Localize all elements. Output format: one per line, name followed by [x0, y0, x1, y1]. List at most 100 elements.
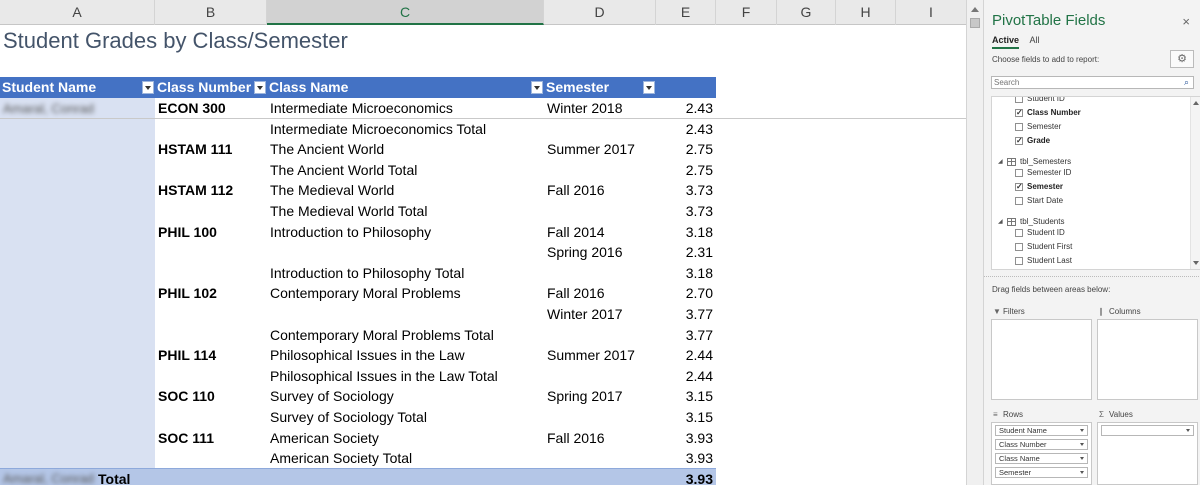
- filter-dropdown-icon[interactable]: [643, 81, 655, 94]
- grade-cell[interactable]: 2.70: [656, 283, 713, 303]
- class-number-cell[interactable]: HSTAM 111: [158, 139, 267, 159]
- class-number-cell[interactable]: [158, 160, 267, 180]
- field-checkbox[interactable]: [1015, 97, 1023, 103]
- class-name-cell[interactable]: American Society Total: [270, 448, 544, 468]
- class-name-cell[interactable]: [270, 242, 544, 262]
- scroll-down-icon[interactable]: [1193, 261, 1199, 265]
- rows-field-pill[interactable]: Class Name: [995, 453, 1088, 464]
- header-class-name[interactable]: Class Name: [267, 77, 544, 98]
- class-name-cell[interactable]: The Medieval World: [270, 180, 544, 200]
- grade-cell[interactable]: 3.93: [656, 448, 713, 468]
- class-name-cell[interactable]: American Society: [270, 428, 544, 448]
- column-header-f[interactable]: F: [716, 0, 777, 25]
- column-header-c[interactable]: C: [267, 0, 544, 25]
- class-number-cell[interactable]: PHIL 114: [158, 345, 267, 365]
- gear-icon[interactable]: ⚙: [1170, 50, 1194, 68]
- close-icon[interactable]: ×: [1182, 14, 1190, 29]
- class-name-cell[interactable]: Intermediate Microeconomics: [270, 98, 544, 118]
- class-number-cell[interactable]: SOC 110: [158, 386, 267, 406]
- class-name-cell[interactable]: The Ancient World: [270, 139, 544, 159]
- field-checkbox[interactable]: [1015, 107, 1023, 119]
- class-number-cell[interactable]: SOC 111: [158, 428, 267, 448]
- scroll-up-icon[interactable]: [1193, 101, 1199, 105]
- tab-all[interactable]: All: [1030, 35, 1040, 47]
- grade-cell[interactable]: 3.93: [656, 428, 713, 448]
- columns-drop-box[interactable]: [1097, 319, 1198, 400]
- class-name-cell[interactable]: The Ancient World Total: [270, 160, 544, 180]
- class-name-cell[interactable]: Survey of Sociology Total: [270, 407, 544, 427]
- semester-cell[interactable]: [547, 366, 656, 386]
- class-name-cell[interactable]: Introduction to Philosophy Total: [270, 263, 544, 283]
- class-number-cell[interactable]: [158, 242, 267, 262]
- filter-dropdown-icon[interactable]: [254, 81, 266, 94]
- class-number-cell[interactable]: [158, 448, 267, 468]
- field-checkbox[interactable]: [1015, 243, 1023, 251]
- class-name-cell[interactable]: Survey of Sociology: [270, 386, 544, 406]
- column-header-h[interactable]: H: [836, 0, 896, 25]
- grade-cell[interactable]: 2.75: [656, 139, 713, 159]
- class-number-cell[interactable]: ECON 300: [158, 98, 267, 118]
- tab-active[interactable]: Active: [992, 35, 1020, 49]
- grade-cell[interactable]: 2.75: [656, 160, 713, 180]
- grade-cell[interactable]: 3.15: [656, 386, 713, 406]
- field-checkbox[interactable]: [1015, 257, 1023, 265]
- semester-cell[interactable]: Fall 2016: [547, 428, 656, 448]
- rows-field-pill[interactable]: Student Name: [995, 425, 1088, 436]
- grade-cell[interactable]: 2.44: [656, 366, 713, 386]
- class-name-cell[interactable]: Intermediate Microeconomics Total: [270, 119, 544, 139]
- class-name-cell[interactable]: Philosophical Issues in the Law Total: [270, 366, 544, 386]
- student-name-cell[interactable]: [0, 98, 155, 468]
- semester-cell[interactable]: Winter 2017: [547, 304, 656, 324]
- report-title[interactable]: Student Grades by Class/Semester: [3, 28, 348, 54]
- grade-cell[interactable]: 2.43: [656, 119, 713, 139]
- semester-cell[interactable]: [547, 160, 656, 180]
- semester-cell[interactable]: Fall 2014: [547, 222, 656, 242]
- field-checkbox[interactable]: [1015, 181, 1023, 193]
- semester-cell[interactable]: [547, 201, 656, 221]
- grade-cell[interactable]: 3.73: [656, 201, 713, 221]
- class-name-cell[interactable]: Contemporary Moral Problems Total: [270, 325, 544, 345]
- field-checkbox[interactable]: [1015, 229, 1023, 237]
- header-class-number[interactable]: Class Number: [155, 77, 267, 98]
- collapse-triangle-icon[interactable]: ◢: [998, 216, 1003, 228]
- class-number-cell[interactable]: PHIL 102: [158, 283, 267, 303]
- collapse-triangle-icon[interactable]: ◢: [998, 156, 1003, 168]
- values-drop-box[interactable]: [1097, 422, 1198, 485]
- class-name-cell[interactable]: The Medieval World Total: [270, 201, 544, 221]
- semester-cell[interactable]: Summer 2017: [547, 139, 656, 159]
- class-number-cell[interactable]: [158, 119, 267, 139]
- class-number-cell[interactable]: [158, 325, 267, 345]
- grade-cell[interactable]: 3.77: [656, 325, 713, 345]
- field-checkbox[interactable]: [1015, 123, 1023, 131]
- column-header-g[interactable]: G: [777, 0, 836, 25]
- class-name-cell[interactable]: Introduction to Philosophy: [270, 222, 544, 242]
- header-student-name[interactable]: Student Name: [0, 77, 155, 98]
- semester-cell[interactable]: [547, 407, 656, 427]
- field-list-scrollbar[interactable]: [1190, 97, 1200, 269]
- sheet-vertical-scrollbar[interactable]: [966, 0, 983, 485]
- scroll-thumb[interactable]: [970, 18, 980, 28]
- class-number-cell[interactable]: [158, 366, 267, 386]
- grade-cell[interactable]: 2.44: [656, 345, 713, 365]
- semester-cell[interactable]: Summer 2017: [547, 345, 656, 365]
- class-number-cell[interactable]: [158, 304, 267, 324]
- values-field-pill[interactable]: [1101, 425, 1194, 436]
- grade-cell[interactable]: 3.15: [656, 407, 713, 427]
- class-number-cell[interactable]: [158, 201, 267, 221]
- filter-dropdown-icon[interactable]: [531, 81, 543, 94]
- pane-splitter[interactable]: [984, 276, 1200, 278]
- grand-total-row[interactable]: Amaral, Conrad Total 3.93: [0, 468, 716, 485]
- scroll-up-icon[interactable]: [971, 7, 979, 12]
- field-checkbox[interactable]: [1015, 197, 1023, 205]
- grade-cell[interactable]: 3.73: [656, 180, 713, 200]
- semester-cell[interactable]: Spring 2016: [547, 242, 656, 262]
- rows-field-pill[interactable]: Semester: [995, 467, 1088, 478]
- rows-field-pill[interactable]: Class Number: [995, 439, 1088, 450]
- column-header-i[interactable]: I: [896, 0, 966, 25]
- rows-area[interactable]: ≡ Rows Student Name Class Number Class Nam…: [991, 408, 1092, 485]
- field-checkbox[interactable]: [1015, 135, 1023, 147]
- grade-cell[interactable]: 3.18: [656, 222, 713, 242]
- grade-cell[interactable]: 2.43: [656, 98, 713, 118]
- rows-drop-box[interactable]: Student Name Class Number Class Name Semest…: [991, 422, 1092, 485]
- class-number-cell[interactable]: [158, 263, 267, 283]
